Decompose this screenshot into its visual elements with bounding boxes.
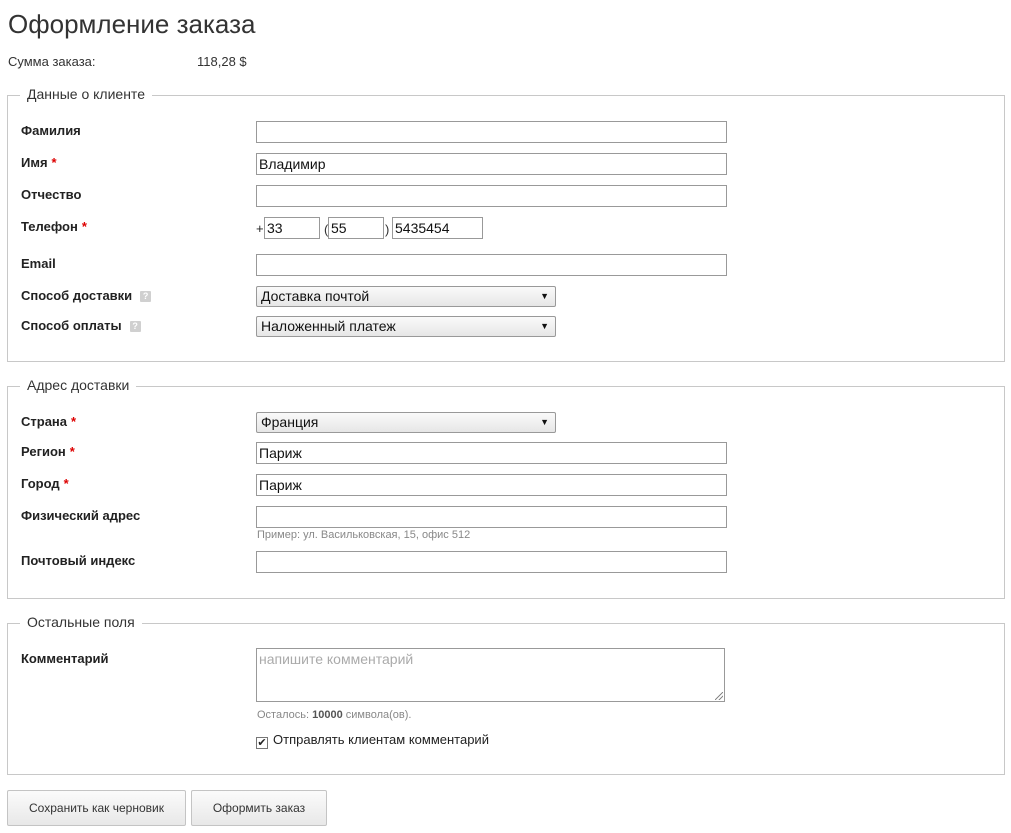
country-label-text: Страна [21,414,68,429]
phone-label: Телефон * [21,219,87,234]
delivery-label-text: Способ доставки [21,288,133,303]
street-hint: Пример: ул. Васильковская, 15, офис 512 [257,529,471,541]
payment-label-text: Способ оплаты [21,318,122,333]
first-name-label-text: Имя [21,155,48,170]
required-mark: * [69,444,75,459]
required-mark: * [51,155,57,170]
payment-label: Способ оплаты? [21,318,141,333]
email-input[interactable] [256,254,727,276]
city-input[interactable]: Париж [256,474,727,496]
remaining-prefix: Осталось: [257,709,310,721]
middle-name-input[interactable] [256,185,727,207]
chevron-down-icon: ▼ [540,417,549,427]
chevron-down-icon: ▼ [540,291,549,301]
save-draft-button[interactable]: Сохранить как черновик [7,790,186,826]
chevron-down-icon: ▼ [540,321,549,331]
region-label: Регион * [21,444,75,459]
remaining-chars: Осталось: 10000 символа(ов). [257,709,411,721]
order-sum-value: 118,28 $ [197,54,247,69]
comment-placeholder: напишите комментарий [259,651,414,667]
last-name-label: Фамилия [21,123,81,138]
phone-plus: + [256,221,264,236]
phone-country-input[interactable]: 33 [264,217,320,239]
phone-label-text: Телефон [21,219,78,234]
other-legend: Остальные поля [20,614,142,630]
email-label: Email [21,256,56,271]
city-label-text: Город [21,476,60,491]
delivery-select-value: Доставка почтой [261,288,370,304]
required-mark: * [63,476,69,491]
customer-legend: Данные о клиенте [20,86,152,102]
street-label: Физический адрес [21,508,141,523]
street-input[interactable] [256,506,727,528]
resize-grip-icon[interactable] [715,692,723,700]
help-icon[interactable]: ? [129,321,141,333]
city-label: Город * [21,476,69,491]
delivery-select[interactable]: Доставка почтой ▼ [256,286,556,307]
region-input[interactable]: Париж [256,442,727,464]
first-name-input[interactable]: Владимир [256,153,727,175]
remaining-suffix: символа(ов). [345,709,412,721]
required-mark: * [81,219,87,234]
order-sum: Сумма заказа: 118,28 $ [8,54,247,69]
remaining-count: 10000 [312,709,343,721]
payment-select[interactable]: Наложенный платеж ▼ [256,316,556,337]
send-comment-label: Отправлять клиентам комментарий [273,732,489,747]
order-sum-label: Сумма заказа: [8,54,96,69]
country-select-value: Франция [261,414,319,430]
send-comment-checkbox[interactable]: ✔ [256,737,268,749]
other-fieldset: Остальные поля Комментарий напишите комм… [7,614,1005,775]
payment-select-value: Наложенный платеж [261,318,396,334]
region-label-text: Регион [21,444,66,459]
address-legend: Адрес доставки [20,377,137,393]
country-select[interactable]: Франция ▼ [256,412,556,433]
first-name-label: Имя * [21,155,57,170]
middle-name-label: Отчество [21,187,82,202]
page-title: Оформление заказа [8,9,256,39]
phone-number-input[interactable]: 5435454 [392,217,483,239]
last-name-input[interactable] [256,121,727,143]
comment-textarea[interactable]: напишите комментарий [256,648,725,702]
address-fieldset: Адрес доставки Страна * Франция ▼ Регион * … [7,377,1005,599]
required-mark: * [71,414,77,429]
phone-close-paren: ) [385,222,390,237]
help-icon[interactable]: ? [140,291,152,303]
delivery-label: Способ доставки? [21,288,152,303]
country-label: Страна * [21,414,76,429]
send-comment-row[interactable]: ✔ Отправлять клиентам комментарий [256,732,489,749]
zip-label: Почтовый индекс [21,553,136,568]
comment-label: Комментарий [21,651,109,666]
submit-order-button[interactable]: Оформить заказ [191,790,327,826]
zip-input[interactable] [256,551,727,573]
customer-fieldset: Данные о клиенте Фамилия Имя * Владимир О… [7,86,1005,362]
phone-code-input[interactable]: 55 [328,217,384,239]
